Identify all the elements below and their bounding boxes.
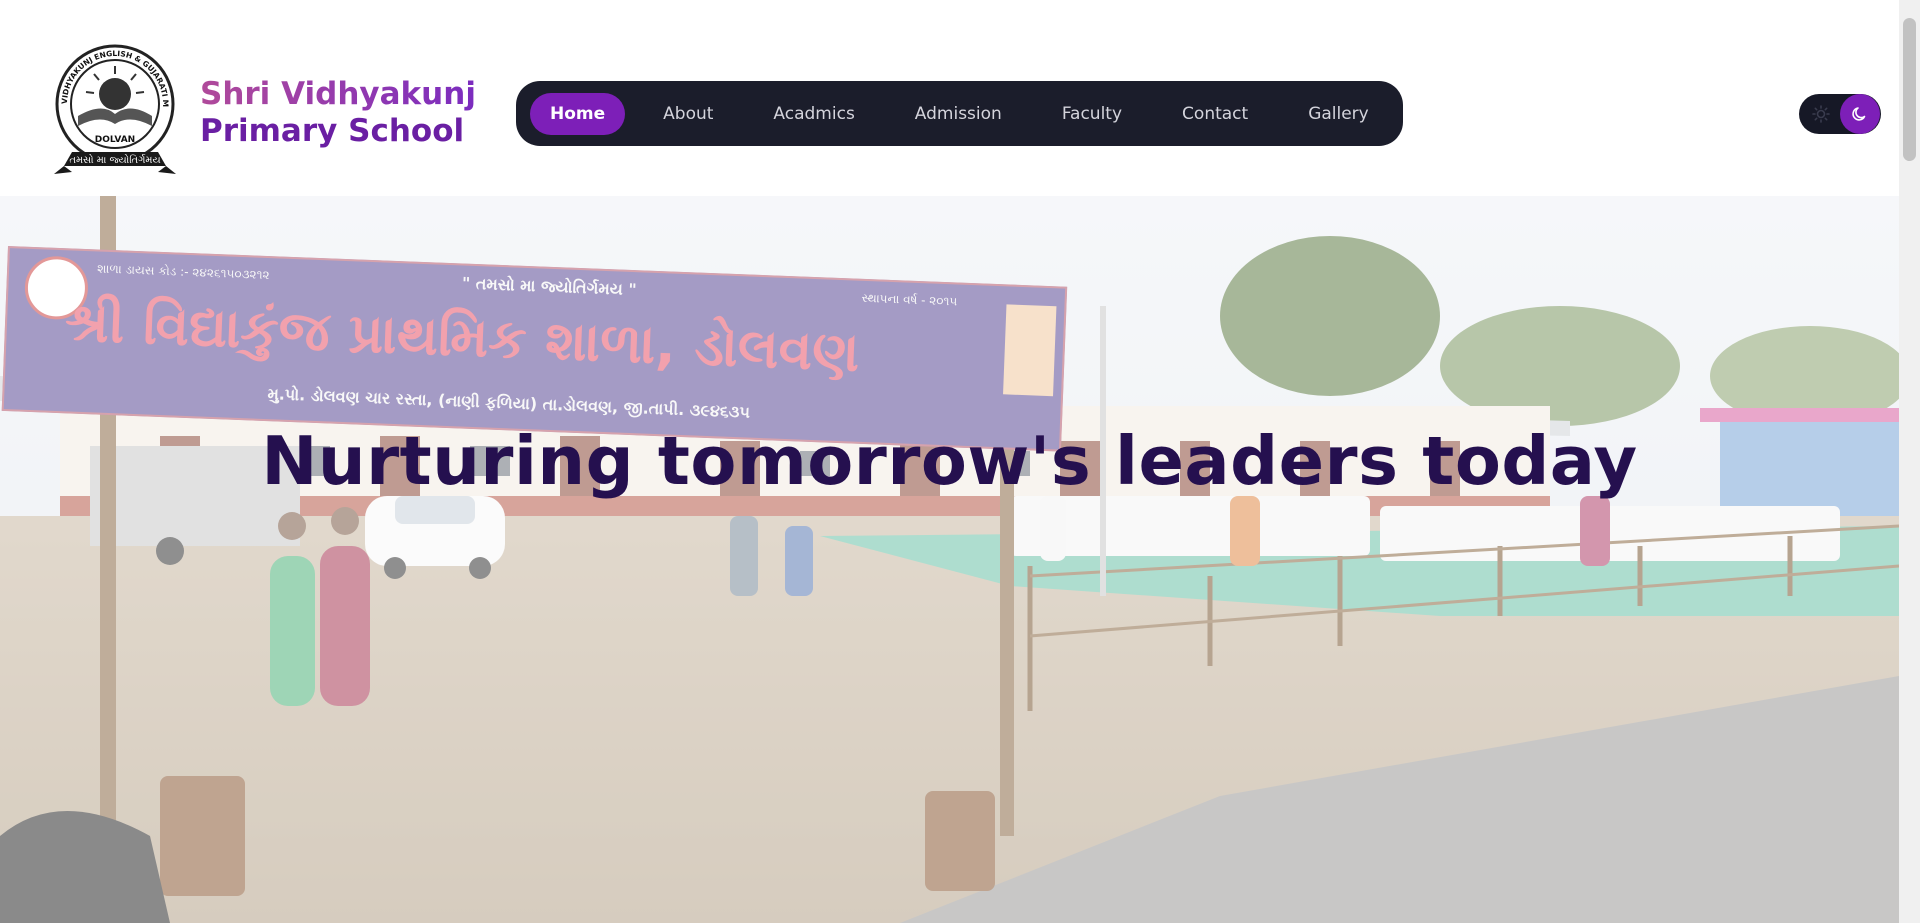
- theme-toggle[interactable]: [1799, 94, 1881, 134]
- light-mode-button[interactable]: [1801, 94, 1841, 134]
- nav-item-home[interactable]: Home: [530, 92, 626, 135]
- nav-item-contact[interactable]: Contact: [1162, 93, 1268, 135]
- dark-mode-button[interactable]: [1840, 94, 1880, 134]
- hero-title: Nurturing tomorrow's leaders today: [261, 422, 1638, 500]
- nav-item-gallery[interactable]: Gallery: [1288, 93, 1389, 135]
- nav-item-academics[interactable]: Acadmics: [753, 93, 874, 135]
- school-name-line2: Primary School: [200, 113, 465, 149]
- nav-item-faculty[interactable]: Faculty: [1042, 93, 1142, 135]
- moon-icon: [1852, 107, 1866, 121]
- hero-overlay: [0, 196, 1899, 923]
- nav-item-admission[interactable]: Admission: [895, 93, 1022, 135]
- school-name-line1: Shri Vidhyakunj: [200, 76, 476, 112]
- school-logo[interactable]: તમસો મા જ્યોતિર્ગમય DOLVAN VIDHYAKUNJ EN…: [38, 35, 188, 184]
- page-scrollbar[interactable]: [1899, 0, 1920, 923]
- svg-text:તમસો મા જ્યોતિર્ગમય: તમસો મા જ્યોતિર્ગમય: [69, 153, 160, 166]
- main-nav: Home About Acadmics Admission Faculty Co…: [516, 81, 1403, 146]
- svg-text:DOLVAN: DOLVAN: [95, 135, 135, 145]
- nav-item-about[interactable]: About: [643, 93, 733, 135]
- page: તમસો મા જ્યોતિર્ગમય DOLVAN VIDHYAKUNJ EN…: [0, 0, 1920, 923]
- scrollbar-thumb[interactable]: [1903, 18, 1916, 161]
- logo-emblem-icon: તમસો મા જ્યોતિર્ગમય DOLVAN VIDHYAKUNJ EN…: [38, 35, 176, 174]
- hero-section: શાળા ડાયસ કોડ :- ૨૪૨૬૧૫૦૩૨૧૨ " તમસો મા જ…: [0, 196, 1899, 923]
- sun-icon: [1812, 105, 1830, 123]
- school-name[interactable]: Shri Vidhyakunj Primary School: [200, 76, 476, 150]
